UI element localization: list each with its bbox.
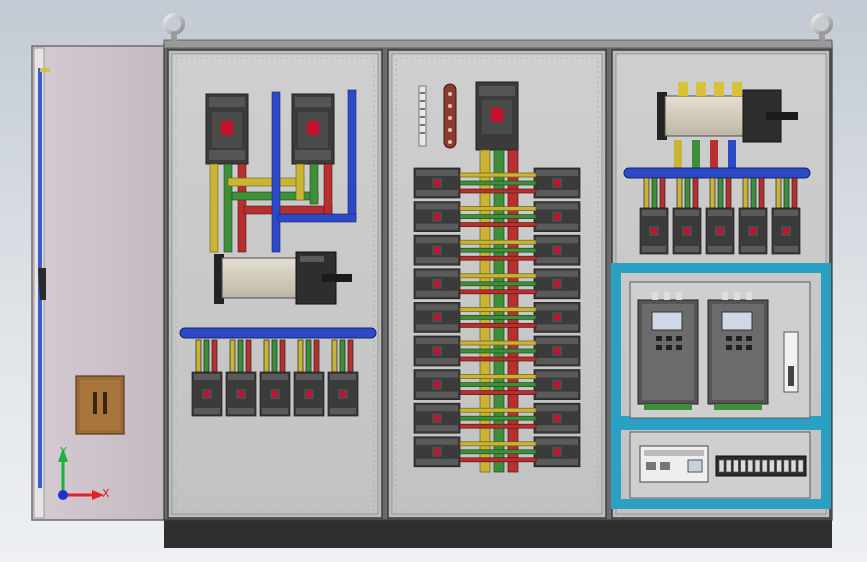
mccb-breaker[interactable]: [533, 436, 581, 468]
cabinet-plinth: [164, 518, 832, 548]
main-breaker-1[interactable]: [205, 93, 249, 165]
drive-switch-handle-icon[interactable]: [766, 112, 798, 120]
mccb-breaker[interactable]: [413, 335, 461, 367]
mccb-breaker[interactable]: [533, 302, 581, 333]
drive-section[interactable]: [611, 49, 831, 519]
mccb-breaker[interactable]: [533, 402, 581, 434]
mccb-breaker[interactable]: [413, 234, 461, 266]
mccb-breaker[interactable]: [738, 207, 768, 255]
mccb-breaker[interactable]: [533, 335, 581, 367]
vfd-drive-2[interactable]: [707, 292, 769, 410]
mccb-breaker[interactable]: [533, 167, 581, 199]
mccb-breaker[interactable]: [413, 402, 461, 434]
switch-handle-icon[interactable]: [322, 274, 352, 282]
control-relay-module[interactable]: [783, 331, 799, 393]
mccb-breaker[interactable]: [225, 371, 257, 417]
terminal-strip-vertical: [418, 85, 427, 147]
vfd-display: [651, 311, 683, 331]
transfer-switch[interactable]: [214, 251, 352, 305]
feeder-outgoing-breakers[interactable]: [191, 339, 359, 417]
mccb-breaker[interactable]: [533, 234, 581, 266]
distribution-section[interactable]: [387, 49, 607, 519]
lifting-eye-left-icon: [163, 13, 185, 42]
plc-controller[interactable]: [639, 445, 709, 483]
mccb-breaker[interactable]: [413, 369, 461, 400]
mccb-breaker[interactable]: [533, 268, 581, 300]
feeder-section[interactable]: [167, 49, 383, 519]
earth-bar: [443, 83, 457, 149]
door-document-pocket: [75, 375, 125, 435]
control-terminal-block[interactable]: [715, 455, 807, 477]
distribution-main-breaker[interactable]: [475, 81, 519, 151]
mccb-breaker[interactable]: [672, 207, 702, 255]
mccb-breaker[interactable]: [327, 371, 359, 417]
cabinet-drawing-viewport[interactable]: Y X: [0, 0, 867, 562]
mccb-breaker[interactable]: [413, 302, 461, 333]
main-breaker-2[interactable]: [291, 93, 335, 165]
x-axis-label: X: [102, 487, 110, 500]
mccb-breaker[interactable]: [191, 371, 223, 417]
cabinet-door[interactable]: [31, 45, 167, 521]
door-hinge-marker: [40, 68, 50, 72]
y-axis-label: Y: [59, 445, 67, 458]
vfd-display: [721, 311, 753, 331]
mccb-breaker[interactable]: [533, 369, 581, 400]
mccb-breaker[interactable]: [533, 201, 581, 232]
mccb-breaker[interactable]: [413, 201, 461, 232]
mccb-breaker[interactable]: [705, 207, 735, 255]
mccb-breaker[interactable]: [639, 207, 669, 255]
mccb-breaker[interactable]: [413, 436, 461, 468]
mccb-breaker[interactable]: [293, 371, 325, 417]
mccb-breaker[interactable]: [413, 167, 461, 199]
feeder-neutral-bar: [179, 327, 377, 339]
mccb-breaker[interactable]: [413, 268, 461, 300]
drive-outgoing-breakers[interactable]: [639, 177, 801, 255]
mccb-breaker[interactable]: [771, 207, 801, 255]
vfd-drive-1[interactable]: [637, 292, 699, 410]
drive-neutral-bar: [623, 167, 811, 179]
mccb-breaker[interactable]: [259, 371, 291, 417]
lifting-eye-right-icon: [811, 13, 833, 42]
